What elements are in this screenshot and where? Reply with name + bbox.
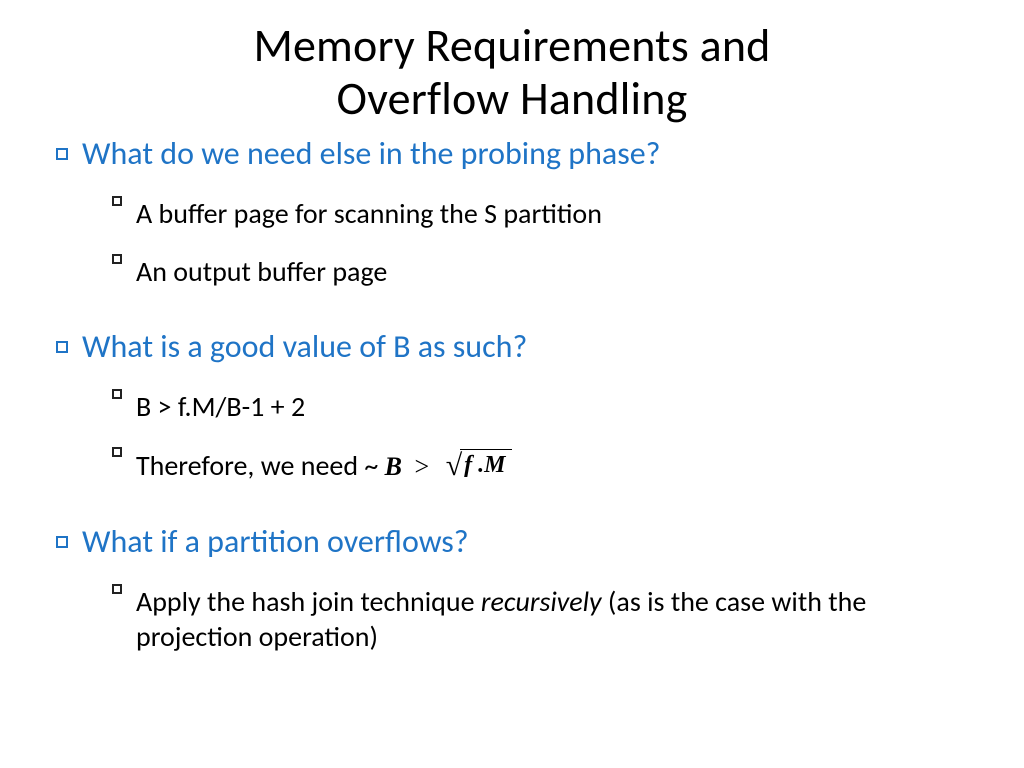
sqrt-arg: f .M <box>460 449 511 481</box>
question-1-text: What do we need else in the probing phas… <box>82 134 660 173</box>
answer-3-1-italic: recursively <box>481 584 602 619</box>
answer-2-2-container: Therefore, we need ~ B > √ f .M <box>136 447 512 485</box>
question-2-text: What is a good value of B as such? <box>82 327 527 366</box>
square-bullet-icon <box>112 254 122 264</box>
formula-gt: > <box>415 452 430 481</box>
title-line-1: Memory Requirements and <box>253 18 770 74</box>
question-1: What do we need else in the probing phas… <box>56 134 976 173</box>
answer-3-1: Apply the hash join technique recursivel… <box>56 584 976 654</box>
square-bullet-icon <box>56 148 68 160</box>
question-2: What is a good value of B as such? <box>56 327 976 366</box>
square-bullet-icon <box>112 389 122 399</box>
slide-title: Memory Requirements and Overflow Handlin… <box>48 20 976 126</box>
answer-2-1-text: B > f.M/B-1 + 2 <box>136 389 305 424</box>
square-bullet-icon <box>112 584 122 594</box>
answer-2-1: B > f.M/B-1 + 2 <box>56 389 976 424</box>
question-3: What if a partition overflows? <box>56 522 976 561</box>
answer-2-2-prefix: Therefore, we need ~ <box>136 448 378 483</box>
formula-lhs: B <box>385 452 402 481</box>
title-line-2: Overflow Handling <box>336 71 687 127</box>
answer-3-1-prefix: Apply the hash join technique <box>136 584 481 619</box>
answer-1-1-text: A buffer page for scanning the S partiti… <box>136 196 602 231</box>
square-bullet-icon <box>112 447 122 457</box>
square-bullet-icon <box>112 196 122 206</box>
formula: B > √ f .M <box>385 452 512 481</box>
slide-content: What do we need else in the probing phas… <box>48 134 976 655</box>
answer-3-1-container: Apply the hash join technique recursivel… <box>136 584 976 654</box>
sqrt: √ f .M <box>446 447 512 485</box>
question-3-text: What if a partition overflows? <box>82 522 469 561</box>
square-bullet-icon <box>56 536 68 548</box>
square-bullet-icon <box>56 341 68 353</box>
answer-1-2: An output buffer page <box>56 254 976 289</box>
answer-1-2-text: An output buffer page <box>136 254 387 289</box>
answer-2-2: Therefore, we need ~ B > √ f .M <box>56 447 976 485</box>
answer-1-1: A buffer page for scanning the S partiti… <box>56 196 976 231</box>
